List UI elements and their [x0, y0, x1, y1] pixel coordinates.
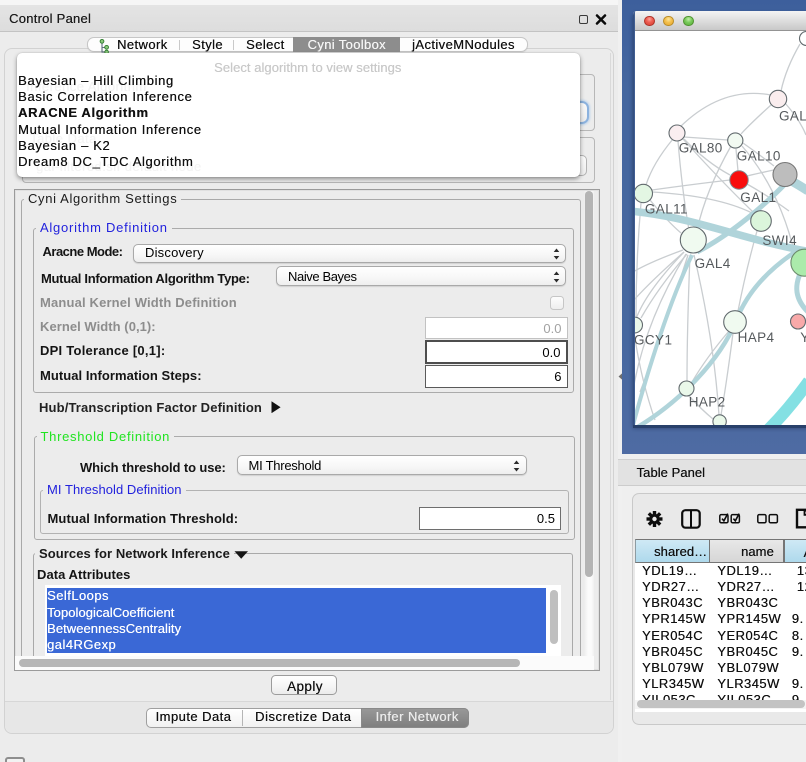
- svg-text:GAL11: GAL11: [645, 202, 688, 217]
- svg-text:SWI4: SWI4: [762, 233, 797, 248]
- svg-text:HAP4: HAP4: [738, 330, 775, 345]
- svg-text:GAL10: GAL10: [737, 149, 781, 164]
- svg-text:Y: Y: [800, 330, 806, 345]
- svg-text:GAL80: GAL80: [679, 141, 723, 156]
- svg-text:GAL1: GAL1: [740, 190, 776, 205]
- svg-text:HAP2: HAP2: [689, 395, 726, 410]
- svg-text:GAL4: GAL4: [695, 256, 731, 271]
- svg-text:GCY1: GCY1: [634, 333, 672, 348]
- svg-text:GAL7: GAL7: [779, 109, 806, 124]
